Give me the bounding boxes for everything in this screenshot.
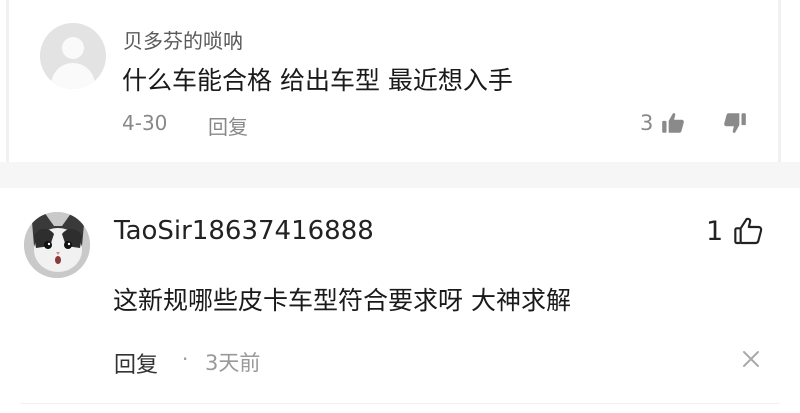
like-count: 1 xyxy=(706,216,724,247)
cat-avatar-image[interactable] xyxy=(24,212,90,278)
section-divider-band xyxy=(0,162,800,188)
default-avatar-icon[interactable] xyxy=(40,23,106,89)
comment-card-1: 贝多芬的唢呐 什么车能合格 给出车型 最近想入手 4-30 回复 3 xyxy=(0,0,800,162)
comment-time: 3天前 xyxy=(205,351,261,375)
reply-button[interactable]: 回复 xyxy=(114,347,158,379)
bottom-divider xyxy=(20,403,780,404)
comment-username[interactable]: TaoSir18637416888 xyxy=(114,216,374,246)
thumbs-up-icon[interactable] xyxy=(660,110,686,136)
comment-text: 这新规哪些皮卡车型符合要求呀 大神求解 xyxy=(113,286,571,315)
card-edge-left xyxy=(6,0,9,162)
reply-button[interactable]: 回复 xyxy=(208,111,248,140)
comment-username[interactable]: 贝多芬的唢呐 xyxy=(123,25,243,54)
like-count: 3 xyxy=(640,111,654,135)
card-edge-right xyxy=(778,0,781,162)
close-icon[interactable] xyxy=(741,349,761,369)
meta-separator: · xyxy=(182,347,189,371)
thumbs-down-icon[interactable] xyxy=(722,110,748,136)
thumbs-up-icon[interactable] xyxy=(732,215,764,247)
comment-date: 4-30 xyxy=(122,111,168,135)
comment-text: 什么车能合格 给出车型 最近想入手 xyxy=(122,66,513,95)
